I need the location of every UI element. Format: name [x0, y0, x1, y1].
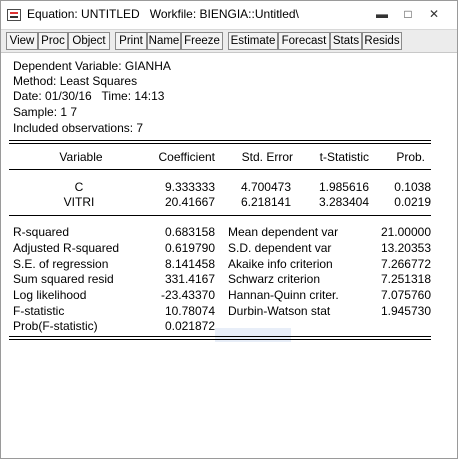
- view-button[interactable]: View: [6, 32, 38, 50]
- name-button[interactable]: Name: [147, 32, 181, 50]
- prob-value: 0.0219: [394, 195, 431, 209]
- minimize-icon[interactable]: ▬: [373, 6, 391, 22]
- stat-label: Sum squared resid: [13, 272, 114, 286]
- std-error-value: 6.218141: [240, 195, 291, 209]
- toolbar: View Proc Object Print Name Freeze Estim…: [1, 30, 457, 53]
- restore-icon[interactable]: □: [399, 6, 417, 22]
- coefficient-value: 9.333333: [164, 180, 215, 194]
- std-error-value: 4.700473: [240, 180, 291, 194]
- equation-icon: [7, 9, 21, 21]
- stat-value: 0.619790: [164, 241, 215, 255]
- output-area[interactable]: Dependent Variable: GIANHA Method: Least…: [1, 53, 457, 458]
- variable-name: VITRI: [63, 195, 95, 209]
- divider: [9, 215, 431, 216]
- stat-label: Akaike info criterion: [228, 257, 333, 271]
- stat-label: Hannan-Quinn criter.: [228, 288, 339, 302]
- proc-button[interactable]: Proc: [38, 32, 68, 50]
- stat-value: 8.141458: [164, 257, 215, 271]
- header-variable: Variable: [59, 150, 103, 164]
- freeze-button[interactable]: Freeze: [181, 32, 223, 50]
- stat-value: 0.683158: [164, 225, 215, 239]
- coefficient-value: 20.41667: [164, 195, 215, 209]
- method: Method: Least Squares: [13, 74, 138, 88]
- stat-label: Durbin-Watson stat: [228, 304, 331, 318]
- stat-value: 7.251318: [380, 272, 431, 286]
- observations: Included observations: 7: [13, 121, 144, 135]
- stat-label: S.E. of regression: [13, 257, 109, 271]
- stat-label: Schwarz criterion: [228, 272, 321, 286]
- resids-button[interactable]: Resids: [362, 32, 402, 50]
- stat-label: Prob(F-statistic): [13, 319, 98, 333]
- window-title: Equation: UNTITLED Workfile: BIENGIA::Un…: [27, 7, 299, 21]
- variable-name: C: [74, 180, 84, 194]
- forecast-button[interactable]: Forecast: [278, 32, 330, 50]
- date-time: Date: 01/30/16 Time: 14:13: [13, 89, 165, 103]
- stat-value: 1.945730: [380, 304, 431, 318]
- stat-label: S.D. dependent var: [228, 241, 332, 255]
- object-button[interactable]: Object: [68, 32, 110, 50]
- sample: Sample: 1 7: [13, 105, 78, 119]
- header-std-error: Std. Error: [241, 150, 293, 164]
- title-bar[interactable]: Equation: UNTITLED Workfile: BIENGIA::Un…: [1, 1, 457, 30]
- stat-value: -23.43370: [160, 288, 215, 302]
- stat-value: 10.78074: [164, 304, 215, 318]
- t-statistic-value: 1.985616: [318, 180, 369, 194]
- divider: [9, 140, 431, 141]
- header-t-statistic: t-Statistic: [319, 150, 369, 164]
- stat-value: 331.4167: [164, 272, 215, 286]
- stat-value: 7.075760: [380, 288, 431, 302]
- divider: [9, 143, 431, 144]
- print-button[interactable]: Print: [115, 32, 147, 50]
- stat-label: Mean dependent var: [228, 225, 339, 239]
- divider: [9, 339, 431, 340]
- stat-value: 21.00000: [380, 225, 431, 239]
- equation-window: Equation: UNTITLED Workfile: BIENGIA::Un…: [0, 0, 458, 459]
- divider: [9, 336, 431, 337]
- stat-label: F-statistic: [13, 304, 65, 318]
- estimate-button[interactable]: Estimate: [228, 32, 278, 50]
- stat-label: Log likelihood: [13, 288, 87, 302]
- stat-label: R-squared: [13, 225, 70, 239]
- divider: [9, 169, 431, 170]
- close-icon[interactable]: ✕: [425, 6, 443, 22]
- header-prob: Prob.: [396, 150, 425, 164]
- stat-value: 13.20353: [380, 241, 431, 255]
- stat-value: 7.266772: [380, 257, 431, 271]
- t-statistic-value: 3.283404: [318, 195, 369, 209]
- header-coefficient: Coefficient: [158, 150, 215, 164]
- stat-value: 0.021872: [164, 319, 215, 333]
- prob-value: 0.1038: [394, 180, 431, 194]
- stats-button[interactable]: Stats: [330, 32, 362, 50]
- dependent-variable: Dependent Variable: GIANHA: [13, 59, 171, 73]
- stat-label: Adjusted R-squared: [13, 241, 120, 255]
